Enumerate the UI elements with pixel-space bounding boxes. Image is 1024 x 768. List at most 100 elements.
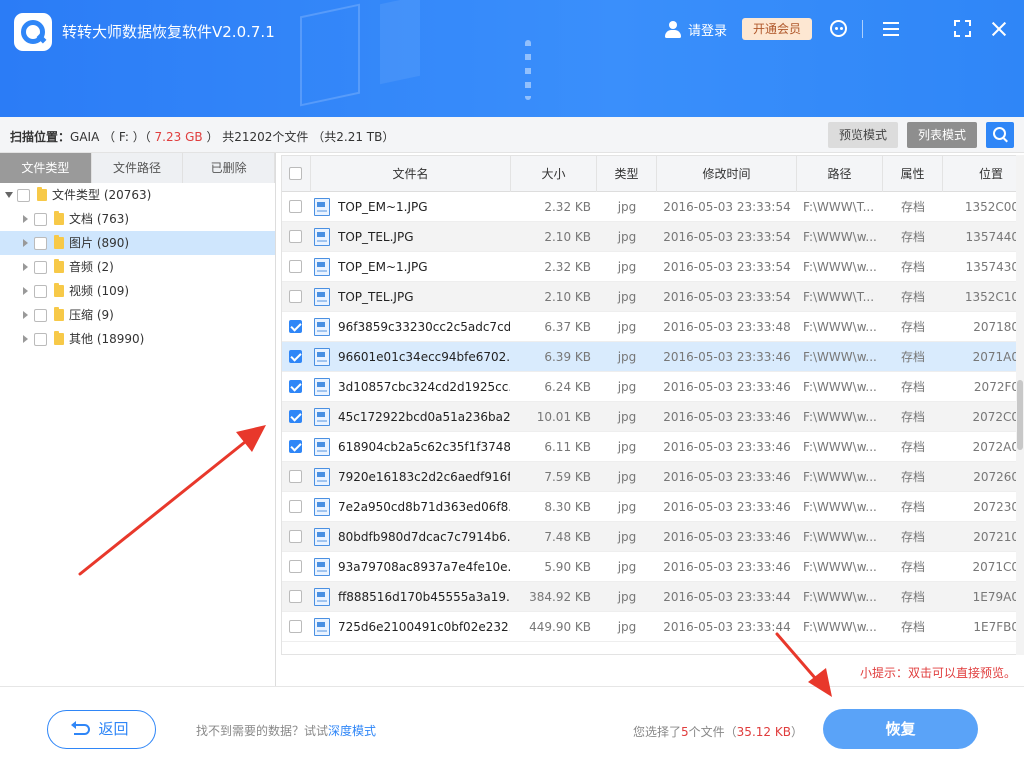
image-file-icon [314, 228, 330, 246]
row-checkbox[interactable] [289, 590, 302, 603]
expand-icon[interactable] [23, 263, 28, 271]
cell-attribute: 存档 [900, 320, 925, 334]
deep-scan-link[interactable]: 深度模式 [328, 724, 376, 738]
tree-item-images[interactable]: 图片 (890) [0, 231, 275, 255]
cell-path: F:\WWW\T... [803, 200, 875, 214]
cell-attribute: 存档 [900, 200, 925, 214]
tree-item-checkbox[interactable] [34, 213, 47, 226]
column-header-type[interactable]: 类型 [597, 156, 657, 192]
table-row[interactable]: 7920e16183c2d2c6aedf916f... 7.59 KB jpg 201… [282, 462, 1016, 492]
tree-item-checkbox[interactable] [34, 285, 47, 298]
column-header-position[interactable]: 位置 [943, 156, 1016, 192]
expand-icon[interactable] [23, 215, 28, 223]
recover-button[interactable]: 恢复 [823, 709, 978, 749]
tab-file-type[interactable]: 文件类型 [0, 153, 92, 183]
tree-item-checkbox[interactable] [34, 333, 47, 346]
table-row[interactable]: 96601e01c34ecc94bfe6702... 6.39 KB jpg 2016… [282, 342, 1016, 372]
column-header-size[interactable]: 大小 [511, 156, 597, 192]
image-file-icon [314, 468, 330, 486]
tree-root[interactable]: 文件类型 (20763) [0, 183, 275, 207]
tree-item-audio[interactable]: 音频 (2) [0, 255, 275, 279]
table-row[interactable]: 618904cb2a5c62c35f1f3748... 6.11 KB jpg 201… [282, 432, 1016, 462]
select-all-checkbox[interactable] [289, 167, 302, 180]
cell-modified: 2016-05-03 23:33:44 [663, 590, 791, 604]
table-row[interactable]: TOP_EM~1.JPG 2.32 KB jpg 2016-05-03 23:33:5… [282, 252, 1016, 282]
row-checkbox[interactable] [289, 290, 302, 303]
column-header-name[interactable]: 文件名 [311, 156, 511, 192]
expand-icon[interactable] [23, 287, 28, 295]
cell-size: 449.90 KB [529, 620, 591, 634]
expand-icon[interactable] [23, 311, 28, 319]
close-icon[interactable] [988, 18, 1010, 40]
row-checkbox[interactable] [289, 530, 302, 543]
table-row[interactable]: 7e2a950cd8b71d363ed06f8... 8.30 KB jpg 2016… [282, 492, 1016, 522]
row-checkbox[interactable] [289, 500, 302, 513]
tree-item-archives[interactable]: 压缩 (9) [0, 303, 275, 327]
maximize-icon[interactable] [952, 18, 974, 40]
table-row[interactable]: 96f3859c33230cc2c5adc7cd... 6.37 KB jpg 201… [282, 312, 1016, 342]
tree-item-documents[interactable]: 文档 (763) [0, 207, 275, 231]
column-header-attribute[interactable]: 属性 [883, 156, 943, 192]
row-checkbox[interactable] [289, 200, 302, 213]
cell-position: 1357440 [965, 230, 1016, 244]
table-row[interactable]: 93a79708ac8937a7e4fe10e... 5.90 KB jpg 2016… [282, 552, 1016, 582]
tab-deleted[interactable]: 已删除 [183, 153, 276, 183]
expand-icon[interactable] [23, 335, 28, 343]
cell-path: F:\WWW\w... [803, 530, 877, 544]
return-icon [71, 721, 91, 735]
table-row[interactable]: 725d6e2100491c0bf02e232... 449.90 KB jpg 20… [282, 612, 1016, 642]
selection-summary: 您选择了5个文件（35.12 KB） [633, 723, 803, 740]
tree-item-checkbox[interactable] [34, 309, 47, 322]
table-row[interactable]: 3d10857cbc324cd2d1925cc... 6.24 KB jpg 2016… [282, 372, 1016, 402]
table-row[interactable]: 45c172922bcd0a51a236ba2... 10.01 KB jpg 201… [282, 402, 1016, 432]
cell-modified: 2016-05-03 23:33:44 [663, 620, 791, 634]
row-checkbox[interactable] [289, 230, 302, 243]
collapse-icon[interactable] [5, 192, 13, 198]
table-scrollbar[interactable] [1016, 155, 1024, 655]
column-header-path[interactable]: 路径 [797, 156, 883, 192]
row-checkbox[interactable] [289, 440, 302, 453]
row-checkbox[interactable] [289, 560, 302, 573]
image-file-icon [314, 618, 330, 636]
cell-type: jpg [617, 470, 637, 484]
image-file-icon [314, 408, 330, 426]
table-row[interactable]: ff888516d170b45555a3a19... 384.92 KB jpg 20… [282, 582, 1016, 612]
row-checkbox[interactable] [289, 620, 302, 633]
cell-size: 6.24 KB [544, 380, 591, 394]
search-icon[interactable] [986, 122, 1014, 148]
row-checkbox[interactable] [289, 380, 302, 393]
expand-icon[interactable] [23, 239, 28, 247]
tree-item-other[interactable]: 其他 (18990) [0, 327, 275, 351]
image-file-icon [314, 258, 330, 276]
row-checkbox[interactable] [289, 350, 302, 363]
image-file-icon [314, 348, 330, 366]
cell-position: 1352C00 [964, 200, 1016, 214]
scrollbar-thumb[interactable] [1017, 380, 1023, 450]
vip-button[interactable]: 开通会员 [742, 18, 812, 40]
support-icon[interactable] [828, 18, 850, 40]
table-row[interactable]: TOP_EM~1.JPG 2.32 KB jpg 2016-05-03 23:33:5… [282, 192, 1016, 222]
selection-mid: 个文件（ [688, 725, 737, 739]
tree-item-label: 音频 (2) [69, 260, 114, 274]
row-checkbox[interactable] [289, 410, 302, 423]
list-mode-button[interactable]: 列表模式 [907, 122, 977, 148]
back-button[interactable]: 返回 [47, 710, 156, 749]
column-header-modified[interactable]: 修改时间 [657, 156, 797, 192]
preview-mode-button[interactable]: 预览模式 [828, 122, 898, 148]
row-checkbox[interactable] [289, 320, 302, 333]
tree-root-checkbox[interactable] [17, 189, 30, 202]
menu-icon[interactable] [880, 18, 902, 40]
tab-file-path[interactable]: 文件路径 [91, 153, 184, 183]
login-button[interactable]: 请登录 [664, 18, 727, 40]
row-checkbox[interactable] [289, 260, 302, 273]
table-row[interactable]: 80bdfb980d7dcac7c7914b6... 7.48 KB jpg 2016… [282, 522, 1016, 552]
cell-path: F:\WWW\w... [803, 230, 877, 244]
table-row[interactable]: TOP_TEL.JPG 2.10 KB jpg 2016-05-03 23:33:54… [282, 282, 1016, 312]
cell-modified: 2016-05-03 23:33:46 [663, 470, 791, 484]
table-row[interactable]: TOP_TEL.JPG 2.10 KB jpg 2016-05-03 23:33:54… [282, 222, 1016, 252]
scan-location-label: 扫描位置： [10, 130, 71, 144]
tree-item-video[interactable]: 视频 (109) [0, 279, 275, 303]
row-checkbox[interactable] [289, 470, 302, 483]
tree-item-checkbox[interactable] [34, 237, 47, 250]
tree-item-checkbox[interactable] [34, 261, 47, 274]
